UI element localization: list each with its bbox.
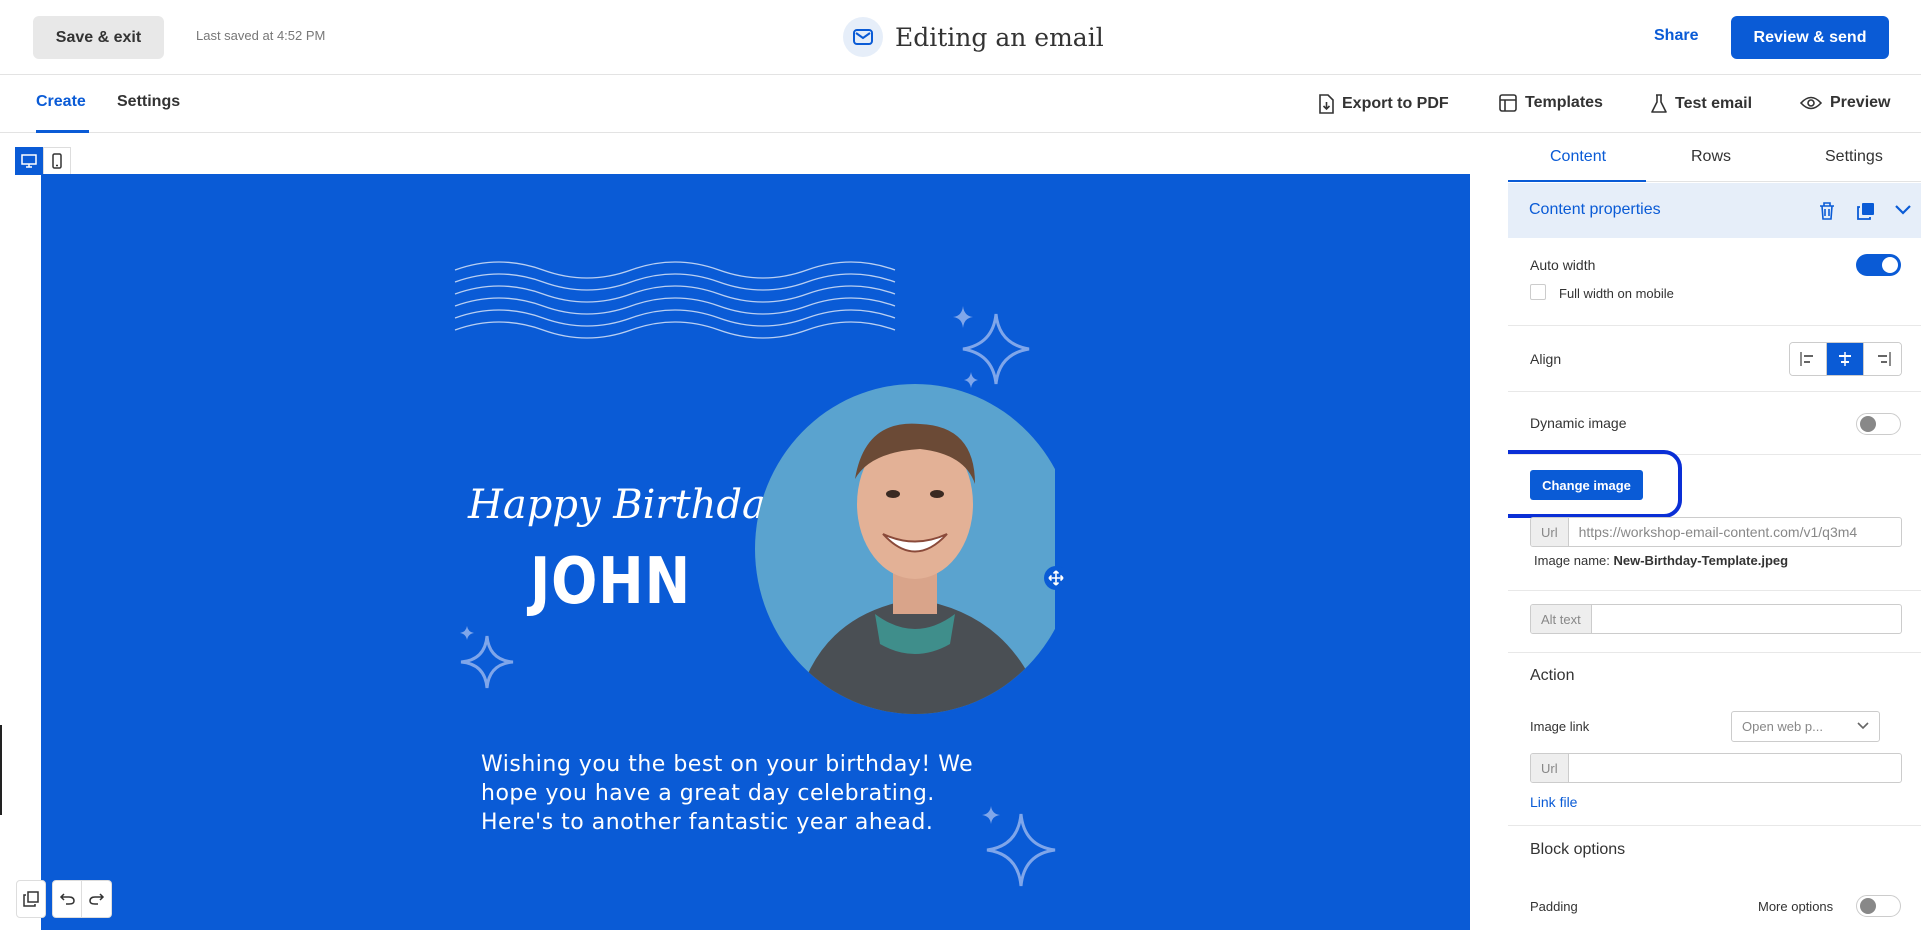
divider	[1508, 825, 1921, 826]
redo-icon	[88, 893, 104, 905]
align-left-button[interactable]	[1790, 343, 1827, 375]
templates-icon	[1499, 94, 1517, 112]
test-email-button[interactable]: Test email	[1651, 94, 1752, 114]
preview-label: Preview	[1830, 94, 1891, 111]
duplicate-icon[interactable]	[1857, 202, 1875, 220]
action-section-title: Action	[1530, 667, 1575, 684]
redo-button[interactable]	[82, 880, 112, 918]
auto-width-toggle[interactable]	[1856, 254, 1901, 276]
person-portrait-image	[755, 384, 1055, 714]
desktop-view-button[interactable]	[15, 147, 43, 175]
url-prefix: Url	[1531, 518, 1569, 546]
undo-button[interactable]	[52, 880, 82, 918]
divider	[1508, 652, 1921, 653]
sparkle-icon	[460, 626, 514, 689]
alt-text-field[interactable]: Alt text	[1530, 604, 1902, 634]
save-exit-button[interactable]: Save & exit	[33, 16, 164, 59]
panel-tab-content[interactable]: Content	[1550, 148, 1606, 166]
test-email-label: Test email	[1675, 95, 1753, 112]
image-url-field[interactable]: Url https://workshop-email-content.com/v…	[1530, 517, 1902, 547]
divider	[1508, 590, 1921, 591]
file-download-icon	[1319, 94, 1334, 114]
chevron-down-icon	[1857, 722, 1869, 730]
active-tab-indicator	[36, 130, 89, 133]
image-link-label: Image link	[1530, 719, 1590, 734]
image-name-label: Image name:	[1534, 553, 1610, 568]
align-label: Align	[1530, 351, 1562, 367]
trash-icon[interactable]	[1819, 202, 1835, 220]
dynamic-image-label: Dynamic image	[1530, 415, 1627, 431]
move-handle-icon[interactable]	[1044, 566, 1068, 590]
tab-bar: Create Settings Export to PDF Templates …	[0, 75, 1921, 133]
link-url-prefix: Url	[1531, 754, 1569, 782]
align-center-icon	[1839, 352, 1851, 366]
divider	[1508, 391, 1921, 392]
export-pdf-label: Export to PDF	[1342, 95, 1449, 112]
copy-icon	[23, 891, 39, 907]
profile-photo[interactable]	[755, 384, 1055, 714]
more-options-label: More options	[1758, 899, 1834, 914]
full-width-mobile-label: Full width on mobile	[1559, 286, 1674, 301]
dynamic-image-toggle[interactable]	[1856, 413, 1901, 435]
canvas-bottom-tools	[16, 880, 112, 918]
image-name-info: Image name: New-Birthday-Template.jpeg	[1534, 553, 1788, 568]
image-name-value: New-Birthday-Template.jpeg	[1613, 553, 1789, 568]
review-send-button[interactable]: Review & send	[1731, 16, 1889, 59]
wavy-lines-decoration	[454, 261, 896, 339]
export-pdf-button[interactable]: Export to PDF	[1318, 94, 1449, 114]
left-edge-divider	[0, 725, 2, 815]
padding-label: Padding	[1530, 899, 1578, 914]
recipient-name: JOHN	[530, 545, 691, 619]
block-options-title: Block options	[1530, 841, 1626, 858]
properties-panel: Content Rows Settings Content properties…	[1508, 134, 1921, 930]
align-right-button[interactable]	[1864, 343, 1901, 375]
sparkle-icon	[953, 306, 1030, 388]
tab-create[interactable]: Create	[36, 93, 86, 111]
panel-active-tab-indicator	[1508, 180, 1646, 182]
mail-icon	[843, 17, 883, 57]
full-width-mobile-checkbox[interactable]	[1530, 284, 1546, 300]
device-view-toggle	[15, 147, 71, 175]
templates-button[interactable]: Templates	[1499, 94, 1603, 112]
content-properties-title: Content properties	[1529, 201, 1661, 218]
align-center-button[interactable]	[1827, 343, 1864, 375]
link-url-field[interactable]: Url	[1530, 753, 1902, 783]
align-button-group	[1789, 342, 1902, 376]
panel-tab-rows[interactable]: Rows	[1691, 148, 1731, 166]
mobile-view-button[interactable]	[43, 147, 71, 175]
image-url-value: https://workshop-email-content.com/v1/q3…	[1578, 524, 1858, 540]
page-title: Editing an email	[895, 22, 1104, 52]
alt-text-prefix: Alt text	[1531, 605, 1592, 633]
image-link-select-value: Open web p...	[1742, 719, 1823, 734]
birthday-greeting: Happy Birthday,	[468, 482, 796, 528]
panel-tab-settings[interactable]: Settings	[1825, 148, 1883, 166]
auto-width-label: Auto width	[1530, 257, 1596, 273]
undo-icon	[59, 893, 75, 905]
flask-icon	[1651, 94, 1667, 113]
align-left-icon	[1800, 352, 1813, 366]
chevron-down-icon[interactable]	[1895, 205, 1911, 215]
content-properties-header: Content properties	[1508, 183, 1921, 238]
copy-button[interactable]	[16, 880, 46, 918]
templates-label: Templates	[1525, 94, 1603, 111]
share-button[interactable]: Share	[1654, 27, 1698, 45]
change-image-button[interactable]: Change image	[1530, 470, 1643, 500]
birthday-message: Wishing you the best on your birthday! W…	[481, 752, 974, 835]
align-right-icon	[1877, 352, 1891, 366]
panel-tabs: Content Rows Settings	[1508, 134, 1921, 182]
preview-button[interactable]: Preview	[1800, 94, 1890, 112]
image-link-select[interactable]: Open web p...	[1731, 711, 1880, 742]
top-bar: Save & exit Last saved at 4:52 PM Editin…	[0, 0, 1921, 75]
divider	[1508, 325, 1921, 326]
tab-settings[interactable]: Settings	[117, 93, 180, 111]
mobile-icon	[52, 153, 62, 169]
last-saved-status: Last saved at 4:52 PM	[196, 28, 326, 43]
page-title-group: Editing an email	[843, 16, 1104, 58]
link-file-button[interactable]: Link file	[1530, 794, 1577, 810]
desktop-icon	[21, 154, 37, 168]
more-options-toggle[interactable]	[1856, 895, 1901, 917]
eye-icon	[1800, 96, 1822, 110]
